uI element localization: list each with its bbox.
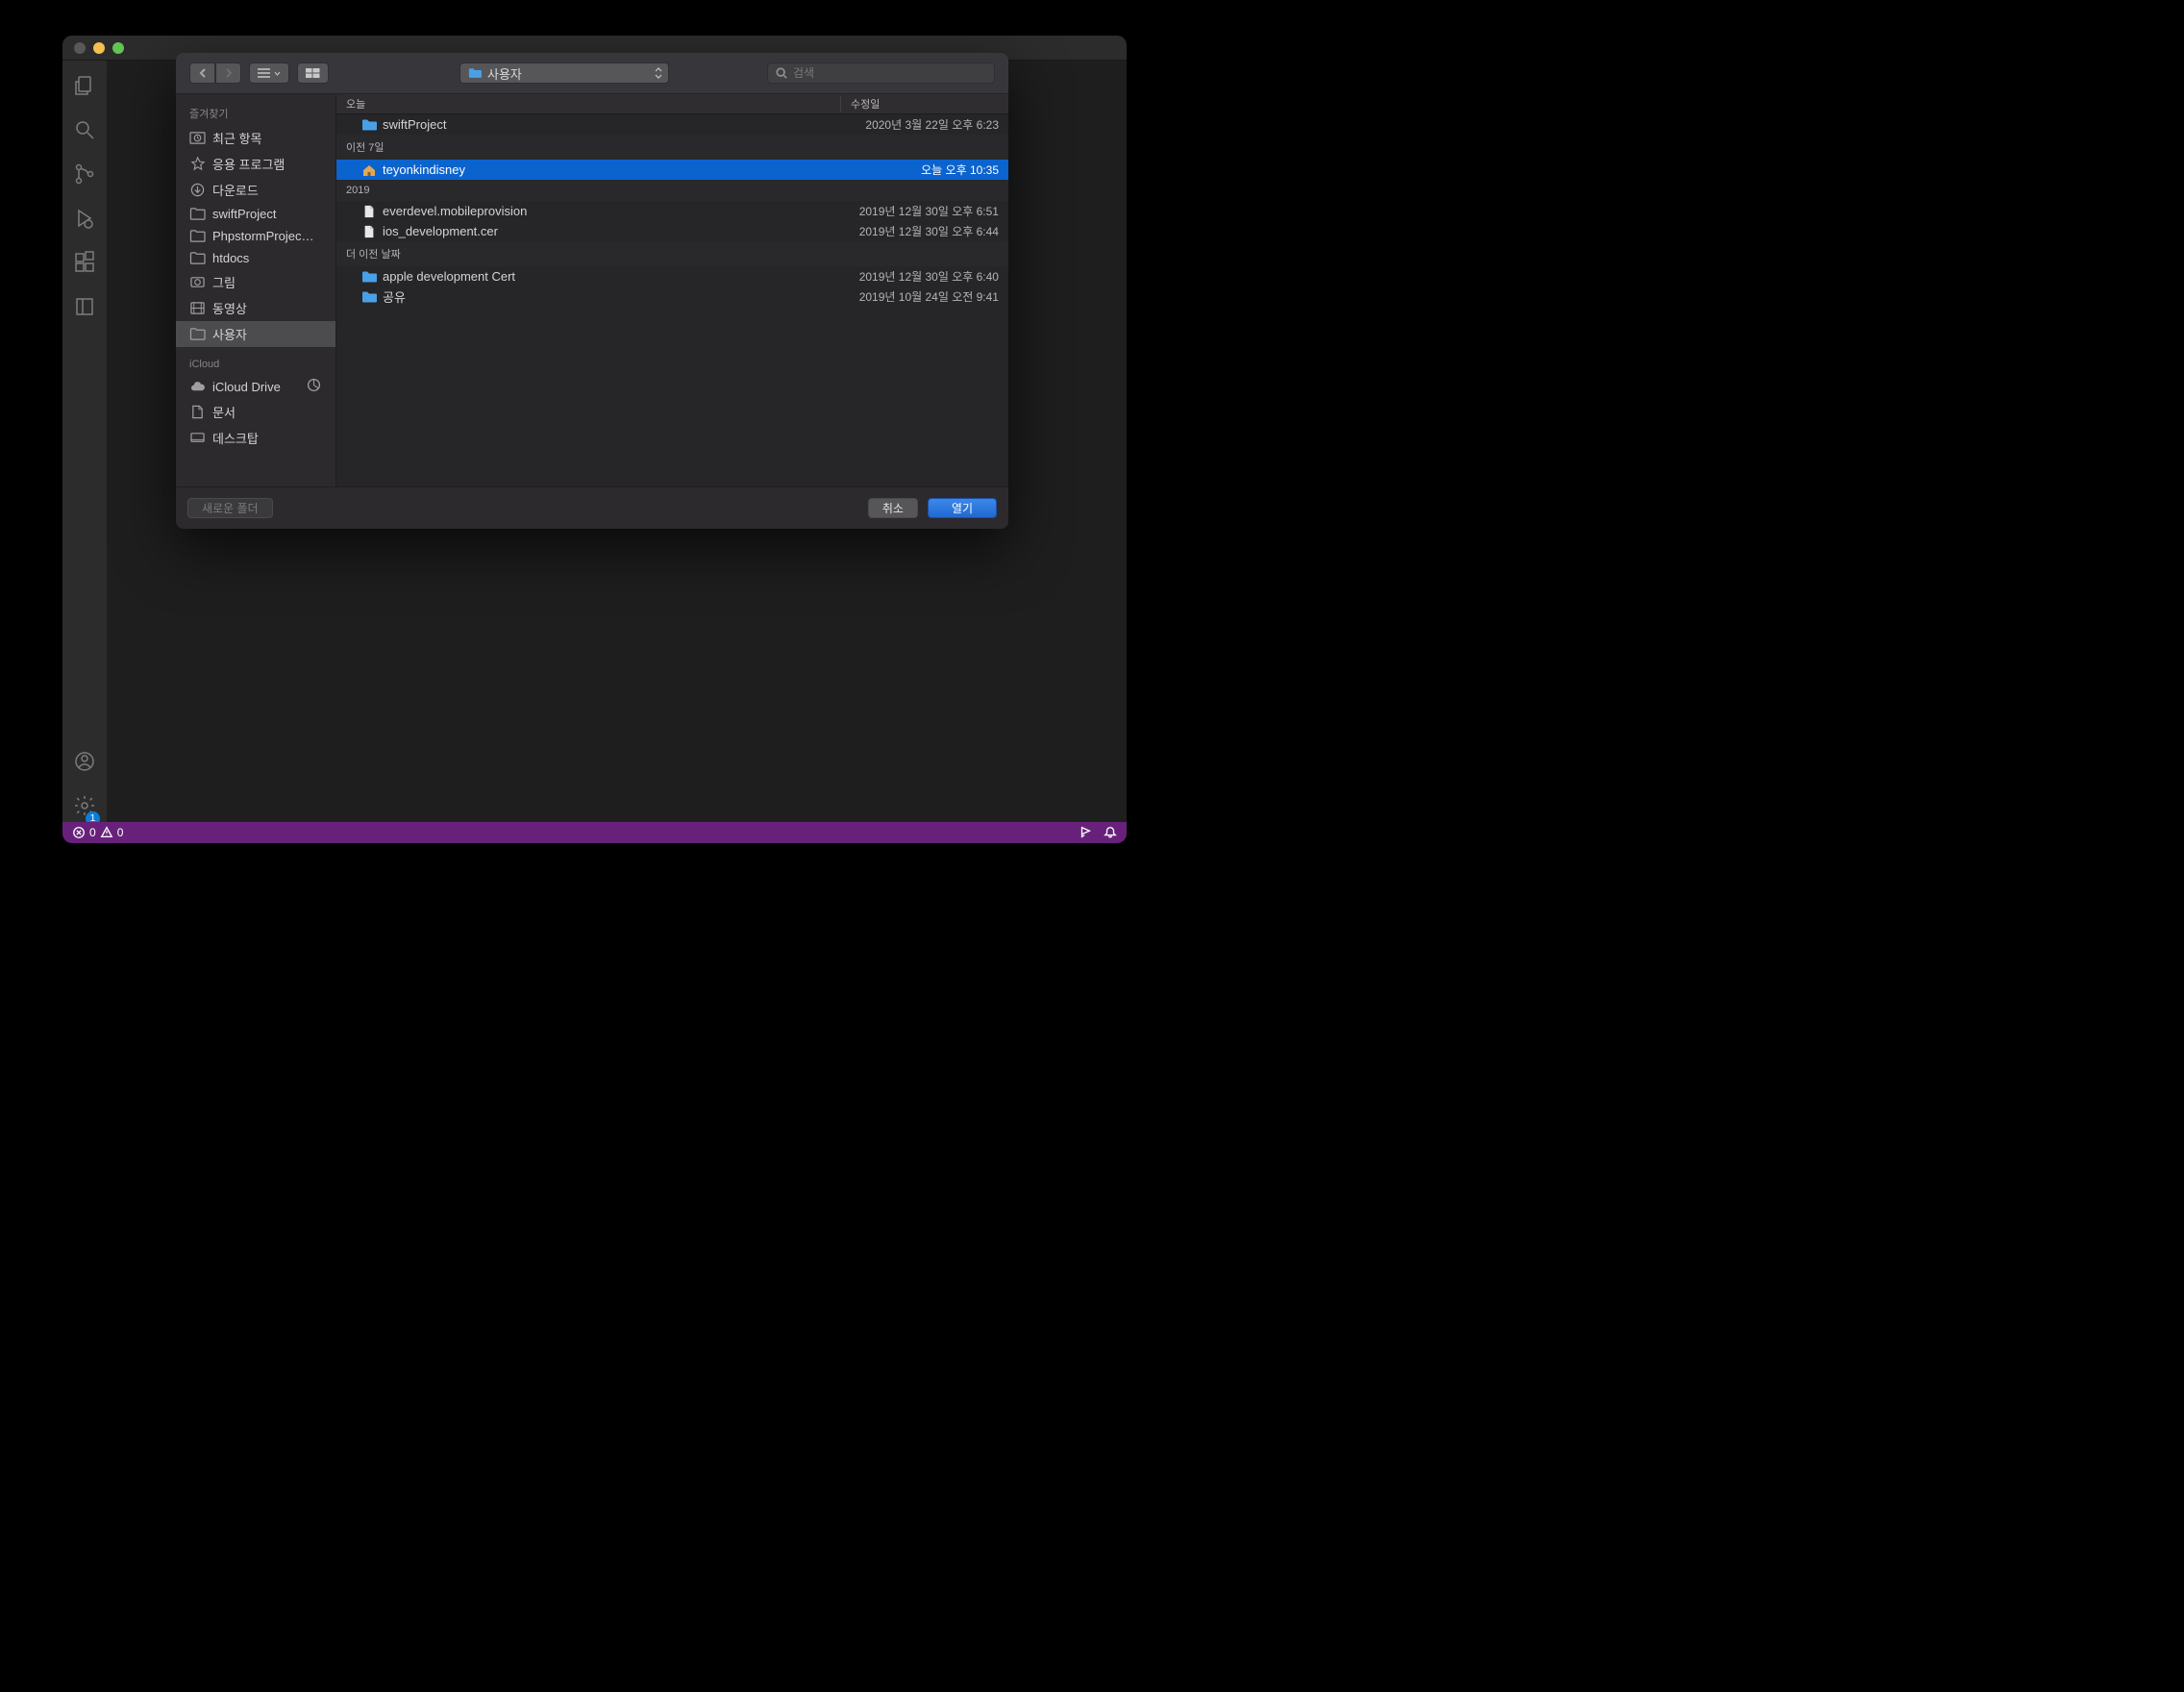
file-modified: 오늘 오후 10:35 <box>840 162 999 178</box>
file-modified: 2019년 12월 30일 오후 6:44 <box>840 223 999 239</box>
account-icon[interactable] <box>73 750 96 773</box>
path-selector[interactable]: 사용자 <box>459 62 669 84</box>
extensions-icon[interactable] <box>73 251 96 274</box>
sidebar-item--[interactable]: 동영상 <box>176 295 335 321</box>
dialog-toolbar: 사용자 <box>176 53 1008 94</box>
sidebar-item-phpstormprojec-[interactable]: PhpstormProjec… <box>176 225 335 247</box>
close-window[interactable] <box>74 42 86 54</box>
sidebar-item--[interactable]: 사용자 <box>176 321 335 347</box>
list-header: 오늘 수정일 <box>336 94 1008 114</box>
problems[interactable]: 0 0 <box>72 826 123 839</box>
header-modified[interactable]: 수정일 <box>840 96 1008 112</box>
sidebar-item--[interactable]: 그림 <box>176 269 335 295</box>
file-name: apple development Cert <box>383 269 840 284</box>
sidebar-item--[interactable]: 데스크탑 <box>176 425 335 451</box>
open-file-dialog: 사용자 즐겨찾기 최근 항목응용 프로그램다운로드swiftProjectPhp… <box>176 53 1008 529</box>
header-name[interactable]: 오늘 <box>346 96 840 112</box>
sidebar-item-swiftproject[interactable]: swiftProject <box>176 203 335 225</box>
nav-forward-button[interactable] <box>215 62 241 84</box>
sidebar-item--[interactable]: 다운로드 <box>176 177 335 203</box>
new-folder-button[interactable]: 새로운 폴더 <box>187 498 273 518</box>
dialog-sidebar: 즐겨찾기 최근 항목응용 프로그램다운로드swiftProjectPhpstor… <box>176 94 336 486</box>
file-modified: 2019년 12월 30일 오후 6:40 <box>840 268 999 285</box>
activity-bar: 1 <box>62 61 107 822</box>
search-icon[interactable] <box>73 118 96 141</box>
list-group-header: 더 이전 날짜 <box>336 241 1008 266</box>
group-button[interactable] <box>297 62 329 84</box>
folder-icon <box>468 67 482 79</box>
search-icon <box>776 67 787 79</box>
updown-icon <box>655 67 662 79</box>
debug-icon[interactable] <box>73 207 96 230</box>
file-list: 오늘 수정일 swiftProject2020년 3월 22일 오후 6:23이… <box>336 94 1008 486</box>
file-row[interactable]: apple development Cert2019년 12월 30일 오후 6… <box>336 266 1008 286</box>
file-modified: 2019년 12월 30일 오후 6:51 <box>840 203 999 219</box>
list-group-header: 2019 <box>336 180 1008 201</box>
chevron-down-icon <box>274 71 281 76</box>
file-modified: 2020년 3월 22일 오후 6:23 <box>840 116 999 133</box>
status-bar: 0 0 <box>62 822 1127 843</box>
sidebar-section-favorites: 즐겨찾기 <box>176 102 335 125</box>
file-row[interactable]: teyonkindisney오늘 오후 10:35 <box>336 160 1008 180</box>
file-name: everdevel.mobileprovision <box>383 204 840 218</box>
feedback-icon[interactable] <box>1079 826 1092 839</box>
file-row[interactable]: ios_development.cer2019년 12월 30일 오후 6:44 <box>336 221 1008 241</box>
file-row[interactable]: everdevel.mobileprovision2019년 12월 30일 오… <box>336 201 1008 221</box>
sidebar-item-icloud-drive[interactable]: iCloud Drive <box>176 374 335 399</box>
view-mode-button[interactable] <box>249 62 289 84</box>
minimize-window[interactable] <box>93 42 105 54</box>
progress-icon <box>306 378 322 395</box>
file-name: 공유 <box>383 287 840 306</box>
sidebar-item--[interactable]: 응용 프로그램 <box>176 151 335 177</box>
search-input[interactable] <box>793 66 986 80</box>
zoom-window[interactable] <box>112 42 124 54</box>
file-name: teyonkindisney <box>383 162 840 177</box>
sidebar-toggle-icon[interactable] <box>73 295 96 318</box>
grid-icon <box>306 68 320 78</box>
file-modified: 2019년 10월 24일 오전 9:41 <box>840 288 999 305</box>
settings-button[interactable]: 1 <box>73 794 96 822</box>
dialog-footer: 새로운 폴더 취소 열기 <box>176 486 1008 529</box>
open-button[interactable]: 열기 <box>928 498 997 518</box>
sidebar-item--[interactable]: 문서 <box>176 399 335 425</box>
warning-icon <box>100 826 113 839</box>
sidebar-section-icloud: iCloud <box>176 355 335 374</box>
source-control-icon[interactable] <box>73 162 96 186</box>
search-field[interactable] <box>767 62 995 84</box>
explorer-icon[interactable] <box>73 74 96 97</box>
nav-back-button[interactable] <box>189 62 215 84</box>
file-row[interactable]: swiftProject2020년 3월 22일 오후 6:23 <box>336 114 1008 135</box>
list-group-header: 이전 7일 <box>336 135 1008 160</box>
file-name: ios_development.cer <box>383 224 840 238</box>
file-row[interactable]: 공유2019년 10월 24일 오전 9:41 <box>336 286 1008 307</box>
error-icon <box>72 826 86 839</box>
sidebar-item--[interactable]: 최근 항목 <box>176 125 335 151</box>
cancel-button[interactable]: 취소 <box>868 498 918 518</box>
file-name: swiftProject <box>383 117 840 132</box>
sidebar-item-htdocs[interactable]: htdocs <box>176 247 335 269</box>
bell-icon[interactable] <box>1104 826 1117 839</box>
